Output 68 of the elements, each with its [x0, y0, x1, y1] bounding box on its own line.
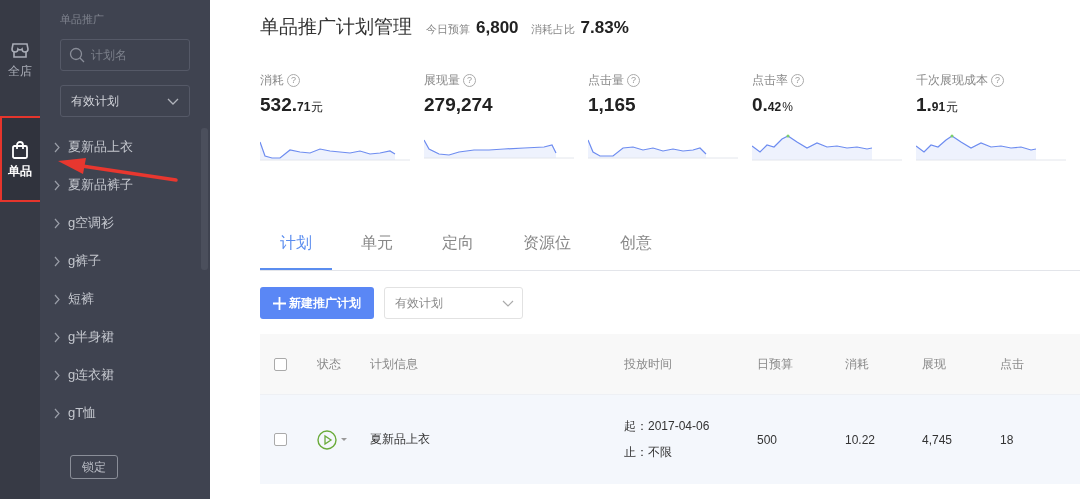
plan-item[interactable]: g连衣裙 [54, 356, 190, 394]
column-header: 消耗 [845, 355, 869, 373]
chevron-right-icon [54, 369, 60, 381]
column-header: 日预算 [757, 355, 793, 373]
column-header: 投放时间 [624, 355, 672, 373]
metric-value: 279,274 [424, 93, 494, 117]
chevron-down-icon [502, 299, 514, 307]
plan-item[interactable]: 夏新品裤子 [54, 166, 190, 204]
chevron-right-icon [54, 217, 60, 229]
search-field[interactable]: 计划名 [60, 39, 190, 71]
nav-item[interactable]: 全店 [0, 30, 40, 88]
plan-item[interactable]: 短裤 [54, 280, 190, 318]
column-header: 展现 [922, 355, 946, 373]
new-plan-button[interactable]: 新建推广计划 [260, 287, 374, 319]
filter-dropdown[interactable]: 有效计划 [60, 85, 190, 117]
metric-value: 0.42% [752, 93, 794, 117]
budget-label: 今日预算 [426, 22, 470, 37]
tab[interactable]: 定向 [422, 223, 494, 270]
plan-item[interactable]: g空调衫 [54, 204, 190, 242]
metric-value: 1,165 [588, 93, 637, 117]
play-icon[interactable] [317, 429, 337, 450]
start-date: 起：2017-04-06 [624, 418, 710, 435]
chevron-right-icon [54, 255, 60, 267]
caret-icon [341, 438, 347, 441]
search-input[interactable]: 计划名 [91, 48, 181, 62]
filter-dropdown[interactable]: 有效计划 [384, 287, 523, 319]
checkbox[interactable] [274, 433, 287, 446]
share-value: 7.83% [580, 18, 629, 38]
chevron-right-icon [54, 407, 60, 419]
spend-value: 10.22 [845, 432, 876, 447]
clicks-value: 18 [1000, 432, 1014, 447]
plan-item[interactable]: g裤子 [54, 242, 190, 280]
plan-item[interactable]: 夏新品上衣 [54, 128, 190, 166]
metric-value: 532.71元 [260, 93, 325, 117]
plus-icon [273, 296, 286, 310]
checkbox[interactable] [274, 357, 287, 371]
store-icon [10, 40, 30, 60]
tab[interactable]: 计划 [260, 223, 332, 270]
tab[interactable]: 单元 [341, 223, 413, 270]
share-label: 消耗占比 [530, 22, 575, 37]
column-header: 点击 [1000, 355, 1024, 373]
plan-item[interactable]: gT恤 [54, 394, 190, 432]
metric-label: 点击量 [588, 72, 624, 89]
chevron-down-icon [167, 97, 179, 105]
chevron-right-icon [54, 293, 60, 305]
chevron-right-icon [54, 141, 60, 153]
budget-value: 6,800 [476, 18, 519, 38]
plan-name: 夏新品上衣 [370, 431, 430, 448]
metric-label: 展现量 [424, 72, 460, 89]
tab[interactable]: 资源位 [503, 223, 591, 270]
tab[interactable]: 创意 [600, 223, 672, 270]
metric-label: 千次展现成本 [916, 72, 988, 89]
impressions-value: 4,745 [922, 432, 953, 447]
search-icon [69, 47, 85, 63]
end-date: 止：不限 [624, 444, 672, 461]
metric-label: 点击率 [752, 72, 788, 89]
page-title: 单品推广计划管理 [260, 15, 412, 39]
column-header: 计划信息 [370, 355, 418, 373]
nav-item[interactable]: 单品 [0, 116, 40, 202]
metric-value: 1.91元 [916, 93, 960, 117]
column-header: 状态 [317, 355, 341, 373]
lock-button[interactable]: 锁定 [70, 455, 118, 479]
plan-item[interactable]: g半身裙 [54, 318, 190, 356]
daily-budget: 500 [757, 432, 778, 447]
shopping-bag-icon [10, 140, 30, 160]
chevron-right-icon [54, 179, 60, 191]
chevron-right-icon [54, 331, 60, 343]
metric-label: 消耗 [260, 72, 284, 89]
